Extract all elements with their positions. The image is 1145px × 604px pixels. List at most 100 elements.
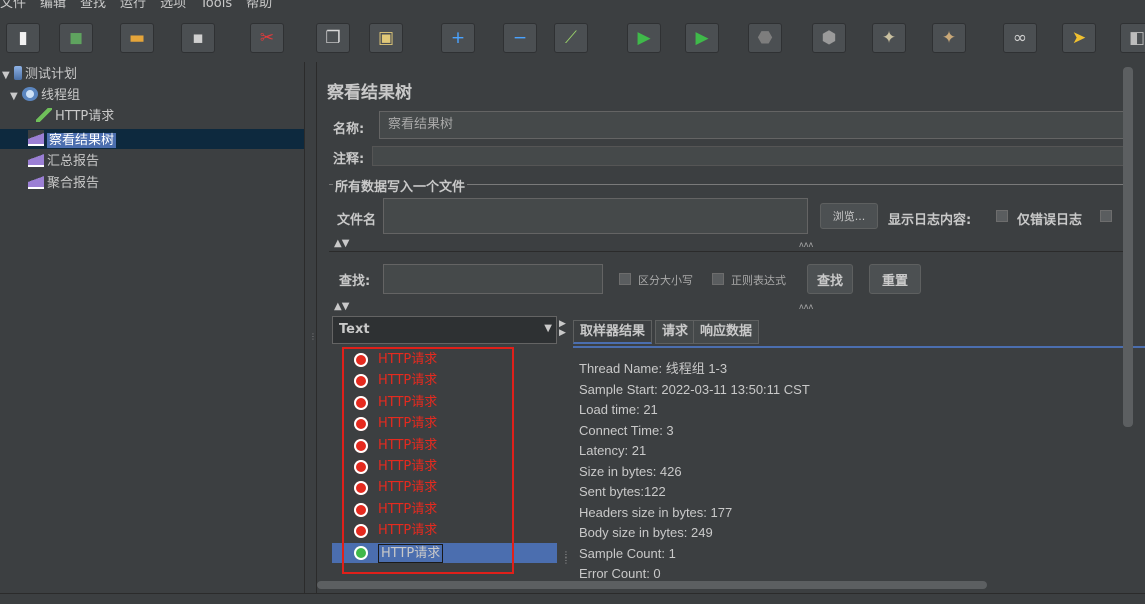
detail-line: Sent bytes:122 bbox=[579, 484, 666, 499]
split-pane-divider[interactable]: ⋮ bbox=[304, 62, 317, 593]
start-icon: ▶ bbox=[637, 27, 651, 48]
tree-node-label: 测试计划 bbox=[25, 67, 78, 82]
dropdown-arrow-icon[interactable]: ▼ bbox=[544, 323, 552, 334]
menu-item[interactable]: 选项 bbox=[160, 0, 186, 10]
tree-node-test-plan[interactable]: ▼ 测试计划 bbox=[2, 66, 77, 84]
grip-icon: ⋮ bbox=[309, 332, 317, 341]
search-label: 查找: bbox=[339, 274, 371, 289]
panel-title: 察看结果树 bbox=[327, 83, 412, 103]
toggle-button[interactable]: ⟋ bbox=[554, 23, 588, 53]
tab-request[interactable]: 请求 bbox=[655, 320, 696, 344]
toolbar: ▮ ◼ ▬ ▪ ✂ ❐ ▣ + − ⟋ ▶ ▶ ⬣ ⬢ ✦ ✦ ∞ ➤ ◧ bbox=[0, 10, 1145, 63]
clear-button[interactable]: ✦ bbox=[872, 23, 906, 53]
stop-button[interactable]: ⬣ bbox=[748, 23, 782, 53]
search-button[interactable]: 查找 bbox=[807, 264, 853, 294]
sampler-result-details: Thread Name: 线程组 1-3 Sample Start: 2022-0… bbox=[579, 359, 810, 585]
collapse-icon: − bbox=[512, 27, 528, 48]
split-grip-icon[interactable]: ʌʌʌ bbox=[799, 302, 813, 311]
paste-button[interactable]: ▣ bbox=[369, 23, 403, 53]
function-helper-icon: ◧ bbox=[1128, 27, 1145, 48]
case-sensitive-checkbox[interactable] bbox=[619, 273, 631, 285]
start-button[interactable]: ▶ bbox=[627, 23, 661, 53]
split-collapse-arrows-icon[interactable]: ▲▼ bbox=[334, 238, 349, 249]
save-button[interactable]: ▪ bbox=[181, 23, 215, 53]
menu-item[interactable]: 编辑 bbox=[40, 0, 66, 10]
reset-search-icon: ➤ bbox=[1071, 27, 1087, 48]
menu-item[interactable]: Tools bbox=[200, 0, 232, 10]
log-content-label: 显示日志内容: bbox=[888, 213, 972, 228]
search-input[interactable] bbox=[383, 264, 603, 294]
open-icon: ▬ bbox=[128, 27, 146, 48]
search-binoculars-button[interactable]: ∞ bbox=[1003, 23, 1037, 53]
start-no-pauses-icon: ▶ bbox=[695, 27, 709, 48]
menu-bar: 文件 编辑 查找 运行 选项 Tools 帮助 bbox=[0, 0, 1145, 10]
tree-node-label: 察看结果树 bbox=[47, 133, 117, 148]
filename-input[interactable] bbox=[383, 198, 808, 234]
tree-node-view-results-tree[interactable]: 察看结果树 bbox=[28, 130, 117, 148]
tree-node-aggregate-report[interactable]: 聚合报告 bbox=[28, 173, 99, 191]
templates-button[interactable]: ◼ bbox=[59, 23, 93, 53]
chart-listener-icon bbox=[28, 151, 44, 167]
tab-underline bbox=[573, 346, 1145, 348]
vertical-scrollbar[interactable] bbox=[1123, 67, 1133, 427]
horizontal-scrollbar[interactable] bbox=[317, 581, 987, 589]
tree-node-summary-report[interactable]: 汇总报告 bbox=[28, 151, 99, 169]
expand-arrow-icon[interactable]: ▼ bbox=[2, 67, 14, 85]
list-split-grip-icon[interactable]: ⋮ ⋮ bbox=[562, 551, 570, 565]
menu-item[interactable]: 运行 bbox=[120, 0, 146, 10]
shutdown-button[interactable]: ⬢ bbox=[812, 23, 846, 53]
test-plan-tree: ▼ 测试计划 ▼ 线程组 HTTP请求 察看结果树 汇总报告 聚合报告 bbox=[0, 62, 304, 593]
split-grip-icon[interactable]: ʌʌʌ bbox=[799, 240, 813, 249]
clear-icon: ✦ bbox=[881, 27, 897, 48]
menu-item[interactable]: 文件 bbox=[0, 0, 26, 10]
successes-only-checkbox[interactable] bbox=[1100, 210, 1112, 222]
toggle-icon: ⟋ bbox=[565, 27, 577, 48]
test-plan-icon bbox=[14, 66, 22, 80]
menu-item[interactable]: 帮助 bbox=[246, 0, 272, 10]
tree-node-label: HTTP请求 bbox=[55, 109, 115, 124]
regex-checkbox[interactable] bbox=[712, 273, 724, 285]
tree-node-thread-group[interactable]: ▼ 线程组 bbox=[10, 87, 80, 105]
errors-only-checkbox[interactable] bbox=[996, 210, 1008, 222]
shutdown-icon: ⬢ bbox=[821, 27, 837, 48]
open-button[interactable]: ▬ bbox=[120, 23, 154, 53]
start-no-pauses-button[interactable]: ▶ bbox=[685, 23, 719, 53]
cut-button[interactable]: ✂ bbox=[250, 23, 284, 53]
detail-line: Sample Count: 1 bbox=[579, 545, 676, 561]
chart-listener-icon bbox=[28, 130, 44, 146]
comment-field[interactable] bbox=[372, 146, 1124, 166]
tab-response-data[interactable]: 响应数据 bbox=[693, 320, 760, 344]
expand-button[interactable]: + bbox=[441, 23, 475, 53]
tree-node-http-request[interactable]: HTTP请求 bbox=[36, 108, 114, 126]
expand-icon: + bbox=[450, 27, 466, 48]
function-helper-button[interactable]: ◧ bbox=[1120, 23, 1145, 53]
view-results-tree-panel: 察看结果树 名称: 察看结果树 注释: 所有数据写入一个文件 文件名 浏览...… bbox=[317, 62, 1145, 593]
tab-sampler-result[interactable]: 取样器结果 bbox=[573, 320, 653, 344]
comment-label: 注释: bbox=[333, 152, 365, 167]
collapse-button[interactable]: − bbox=[503, 23, 537, 53]
browse-button[interactable]: 浏览... bbox=[820, 203, 878, 229]
reset-search-button[interactable]: ➤ bbox=[1062, 23, 1096, 53]
renderer-selected-value: Text bbox=[339, 322, 370, 337]
name-field[interactable]: 察看结果树 bbox=[379, 111, 1124, 139]
clear-all-button[interactable]: ✦ bbox=[932, 23, 966, 53]
annotation-highlight-box bbox=[342, 347, 514, 574]
split-side-arrows-icon[interactable]: ▶ ▶ bbox=[559, 320, 566, 338]
tree-node-label: 线程组 bbox=[41, 88, 81, 103]
reset-button[interactable]: 重置 bbox=[869, 264, 921, 294]
pipette-icon bbox=[36, 108, 52, 122]
status-bar bbox=[0, 593, 1145, 604]
errors-only-label: 仅错误日志 bbox=[1017, 213, 1083, 228]
copy-button[interactable]: ❐ bbox=[316, 23, 350, 53]
filename-label: 文件名 bbox=[337, 213, 377, 228]
templates-icon: ◼ bbox=[68, 27, 84, 48]
detail-line: Thread Name: 线程组 1-3 bbox=[579, 361, 728, 376]
expand-arrow-icon[interactable]: ▼ bbox=[10, 88, 22, 106]
renderer-select[interactable]: Text ▼ bbox=[332, 316, 557, 344]
menu-item[interactable]: 查找 bbox=[80, 0, 106, 10]
cut-icon: ✂ bbox=[259, 27, 275, 48]
split-collapse-arrows-icon[interactable]: ▲▼ bbox=[334, 301, 349, 312]
new-button[interactable]: ▮ bbox=[6, 23, 40, 53]
new-icon: ▮ bbox=[18, 27, 28, 48]
gear-icon bbox=[22, 87, 38, 101]
